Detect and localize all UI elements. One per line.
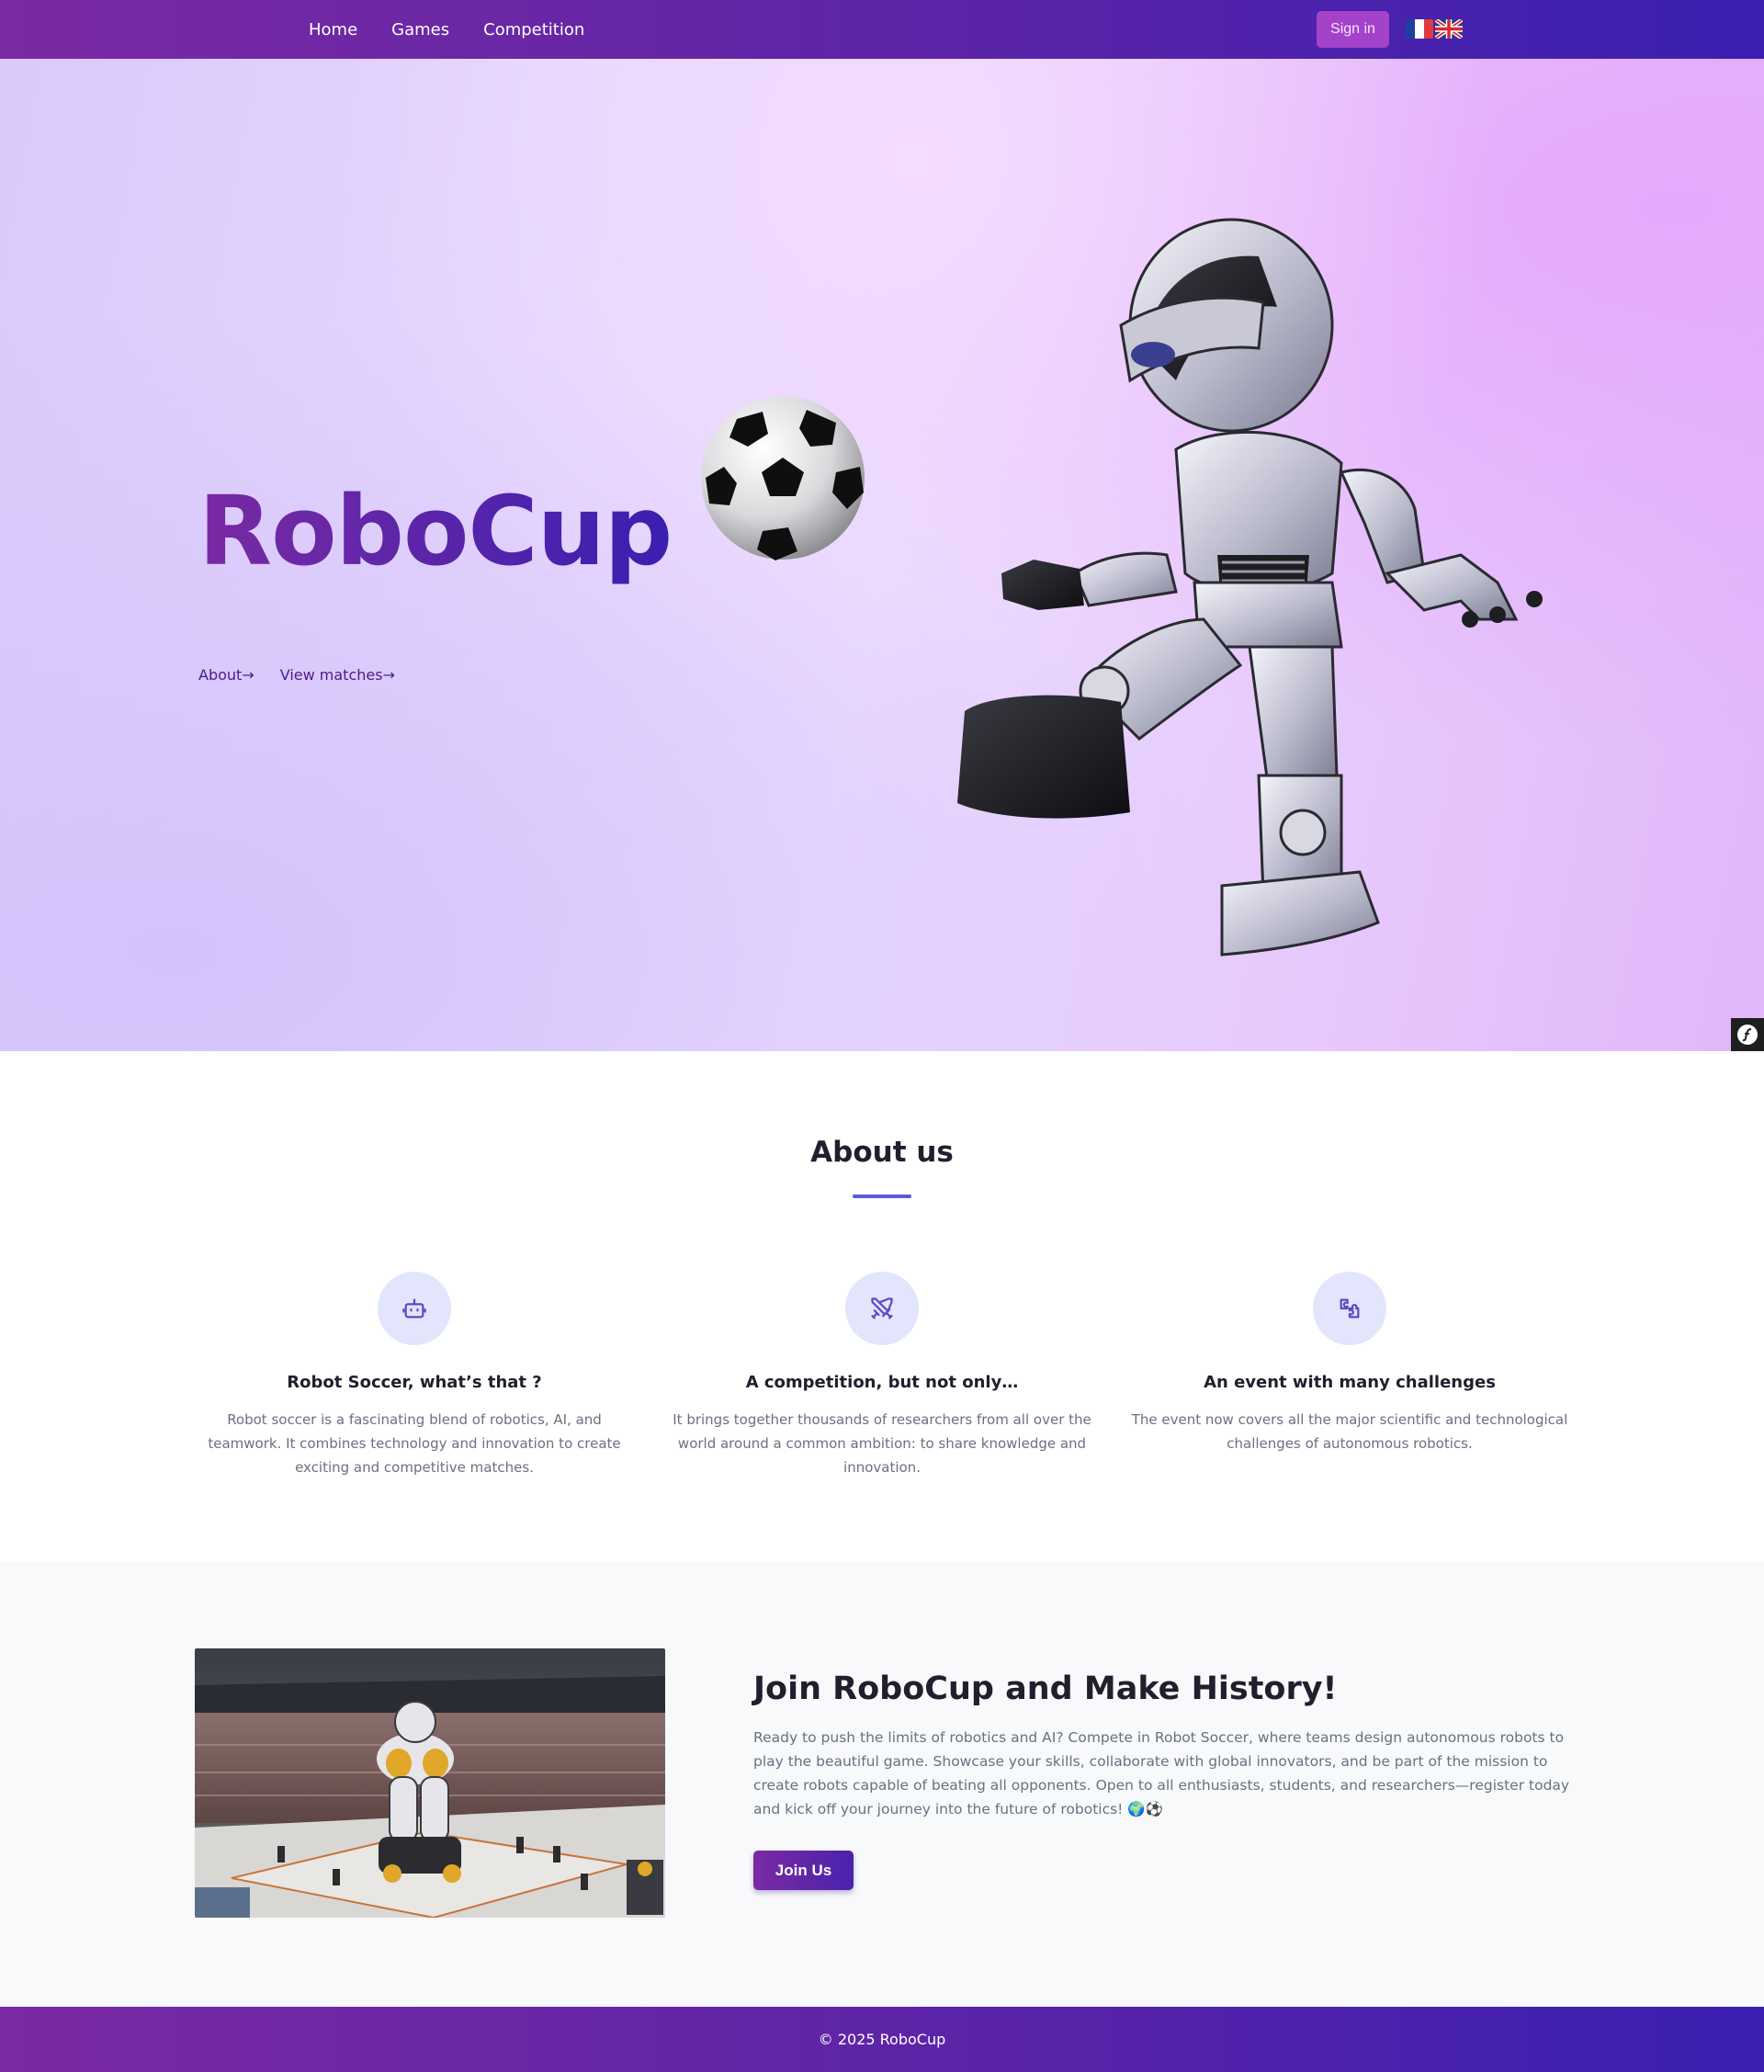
hero-title: RoboCup <box>198 475 673 587</box>
hero-links: About→ View matches→ <box>198 666 395 684</box>
about-section: About us Robot Soccer, what’s that ? Rob… <box>0 1051 1764 1562</box>
uk-flag-icon[interactable] <box>1435 19 1463 39</box>
feature-title: A competition, but not only… <box>745 1373 1019 1392</box>
hero-section: RoboCup About→ View matches→ <box>0 59 1764 1051</box>
feature-title: Robot Soccer, what’s that ? <box>287 1373 542 1392</box>
nav-link-competition[interactable]: Competition <box>483 20 584 40</box>
footer: © 2025 RoboCup <box>0 2007 1764 2072</box>
copyright-text: © 2025 RoboCup <box>818 2031 946 2048</box>
join-section: Join RoboCup and Make History! Ready to … <box>0 1562 1764 2007</box>
nav-link-games[interactable]: Games <box>391 20 449 40</box>
view-matches-link[interactable]: View matches→ <box>280 666 395 684</box>
feature-competition: A competition, but not only… It brings t… <box>662 1272 1102 1479</box>
symfony-toolbar-icon[interactable] <box>1731 1018 1764 1051</box>
language-switcher <box>1406 19 1463 39</box>
robot-icon <box>378 1272 451 1345</box>
about-title: About us <box>810 1136 954 1169</box>
feature-robot-soccer: Robot Soccer, what’s that ? Robot soccer… <box>194 1272 635 1479</box>
feature-text: Robot soccer is a fascinating blend of r… <box>208 1411 621 1476</box>
soccer-ball-image <box>701 396 865 560</box>
stadium-robot-image <box>195 1648 665 1918</box>
crossed-swords-icon <box>845 1272 919 1345</box>
feature-title: An event with many challenges <box>1204 1373 1496 1392</box>
feature-text: It brings together thousands of research… <box>673 1411 1091 1476</box>
feature-text: The event now covers all the major scien… <box>1131 1411 1568 1452</box>
nav-link-home[interactable]: Home <box>309 20 357 40</box>
robot-kicking-image <box>957 218 1543 957</box>
feature-challenges: An event with many challenges The event … <box>1129 1272 1570 1455</box>
join-us-button[interactable]: Join Us <box>753 1851 854 1890</box>
main-nav: Home Games Competition <box>309 0 584 59</box>
join-text: Ready to push the limits of robotics and… <box>753 1729 1570 1817</box>
puzzle-icon <box>1313 1272 1386 1345</box>
french-flag-icon[interactable] <box>1406 19 1433 39</box>
join-title: Join RoboCup and Make History! <box>753 1670 1338 1707</box>
about-title-underline <box>853 1195 911 1198</box>
about-link[interactable]: About→ <box>198 666 254 684</box>
navbar: Home Games Competition Sign in <box>0 0 1764 59</box>
sign-in-button[interactable]: Sign in <box>1317 11 1389 48</box>
